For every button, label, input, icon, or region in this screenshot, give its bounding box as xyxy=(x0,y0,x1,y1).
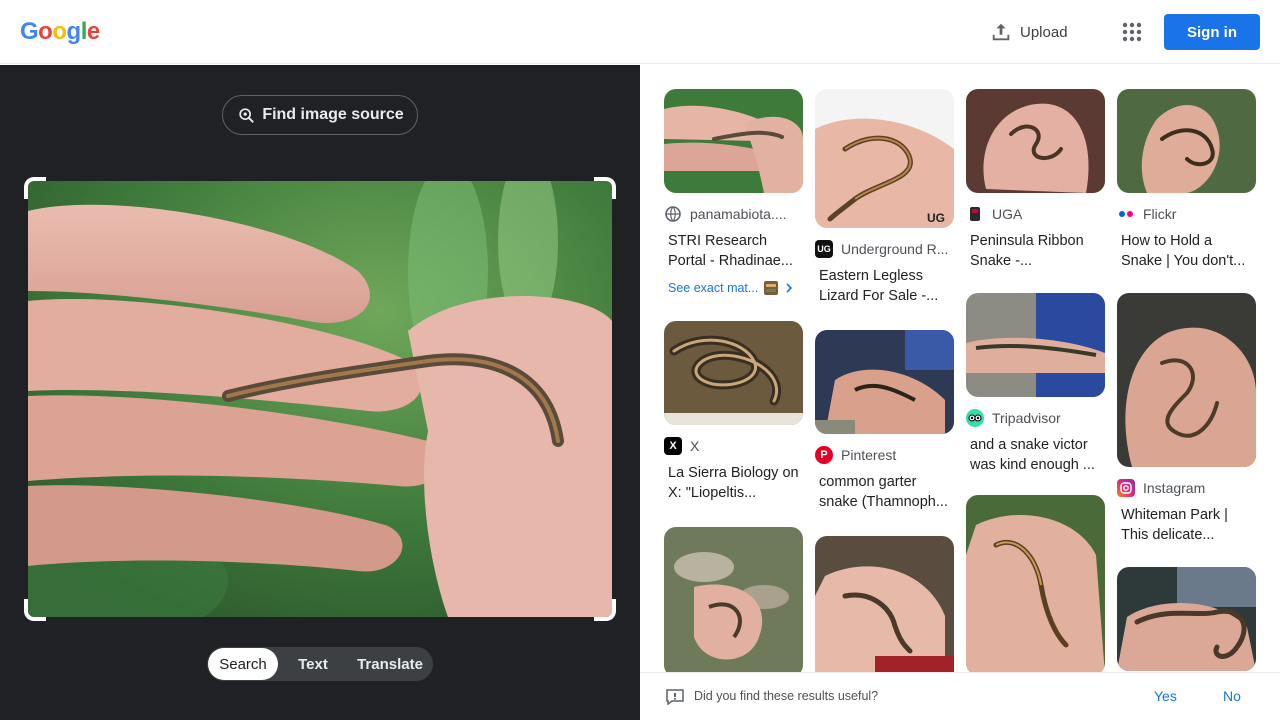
result-source: Flickr xyxy=(1117,205,1256,223)
result-source: P Pinterest xyxy=(815,446,954,464)
result-thumbnail xyxy=(966,495,1105,672)
uga-icon xyxy=(966,205,984,223)
result-card[interactable] xyxy=(815,536,954,672)
logo-letter: o xyxy=(38,18,53,45)
result-title[interactable]: La Sierra Biology on X: "Liopeltis... xyxy=(664,463,803,503)
result-card[interactable]: UGA Peninsula Ribbon Snake -... xyxy=(966,89,1105,271)
chevron-right-icon xyxy=(786,283,793,293)
result-thumbnail xyxy=(815,330,954,434)
lens-image-panel: Find image source Search Text Translate xyxy=(0,65,640,720)
result-card[interactable]: X X La Sierra Biology on X: "Liopeltis..… xyxy=(664,321,803,503)
instagram-icon xyxy=(1117,479,1135,497)
crop-handle-top-left[interactable] xyxy=(24,177,46,199)
result-title[interactable]: Eastern Legless Lizard For Sale -... xyxy=(815,266,954,306)
result-source-name: Tripadvisor xyxy=(992,410,1061,426)
find-image-source-button[interactable]: Find image source xyxy=(222,95,418,135)
mode-tab-text[interactable]: Text xyxy=(278,648,348,680)
crop-handle-bottom-left[interactable] xyxy=(24,599,46,621)
result-card[interactable]: Instagram Whiteman Park | This delicate.… xyxy=(1117,293,1256,545)
result-source: panamabiota.... xyxy=(664,205,803,223)
exact-match-thumb-icon xyxy=(764,281,779,295)
see-exact-matches-link[interactable]: See exact mat... xyxy=(664,279,803,297)
result-thumbnail xyxy=(664,321,803,425)
result-source-name: Underground R... xyxy=(841,241,949,257)
result-thumbnail xyxy=(664,89,803,193)
results-column: UGA Peninsula Ribbon Snake -... Tripadvi… xyxy=(966,89,1105,672)
result-thumbnail xyxy=(966,89,1105,193)
result-source: Tripadvisor xyxy=(966,409,1105,427)
result-source-name: panamabiota.... xyxy=(690,206,787,222)
result-source-name: Instagram xyxy=(1143,480,1206,496)
result-thumbnail xyxy=(664,527,803,672)
sign-in-button[interactable]: Sign in xyxy=(1164,14,1260,50)
top-bar: Google Upload Sign in xyxy=(0,0,1280,64)
x-logo-icon: X xyxy=(664,437,682,455)
logo-letter: g xyxy=(66,18,82,45)
results-column: Flickr How to Hold a Snake | You don't..… xyxy=(1117,89,1256,671)
result-thumbnail xyxy=(966,293,1105,397)
crop-area[interactable] xyxy=(24,177,616,621)
crop-handle-bottom-right[interactable] xyxy=(594,599,616,621)
result-title[interactable]: Whiteman Park | This delicate... xyxy=(1117,505,1256,545)
visual-matches-panel: panamabiota.... STRI Research Portal - R… xyxy=(640,65,1280,672)
query-image xyxy=(28,181,612,617)
ug-logo-icon: UG xyxy=(815,240,833,258)
logo-letter: o xyxy=(52,18,67,45)
mode-tab-search[interactable]: Search xyxy=(208,648,278,680)
result-title[interactable]: STRI Research Portal - Rhadinae... xyxy=(664,231,803,271)
result-source-name: Flickr xyxy=(1143,206,1177,222)
result-thumbnail: UG xyxy=(815,89,954,228)
result-title[interactable]: Peninsula Ribbon Snake -... xyxy=(966,231,1105,271)
logo-letter: e xyxy=(86,18,100,45)
mode-switcher: Search Text Translate xyxy=(207,647,433,681)
flickr-icon xyxy=(1117,205,1135,223)
result-source: Instagram xyxy=(1117,479,1256,497)
result-card[interactable]: Flickr How to Hold a Snake | You don't..… xyxy=(1117,89,1256,271)
google-apps-icon[interactable] xyxy=(1120,20,1144,44)
result-thumbnail xyxy=(1117,567,1256,671)
results-column: panamabiota.... STRI Research Portal - R… xyxy=(664,89,803,672)
feedback-question: Did you find these results useful? xyxy=(694,689,879,703)
result-source-name: Pinterest xyxy=(841,447,897,463)
crop-handle-top-right[interactable] xyxy=(594,177,616,199)
result-card[interactable] xyxy=(966,495,1105,672)
svg-text:UG: UG xyxy=(927,211,945,225)
result-card[interactable] xyxy=(1117,567,1256,671)
result-thumbnail xyxy=(1117,89,1256,193)
feedback-icon xyxy=(666,689,684,705)
globe-icon xyxy=(664,205,682,223)
result-card[interactable]: panamabiota.... STRI Research Portal - R… xyxy=(664,89,803,297)
result-card[interactable]: Tripadvisor and a snake victor was kind … xyxy=(966,293,1105,475)
result-thumbnail xyxy=(815,536,954,672)
upload-icon xyxy=(992,23,1010,41)
result-title[interactable]: and a snake victor was kind enough ... xyxy=(966,435,1105,475)
result-source: UG Underground R... xyxy=(815,240,954,258)
lens-search-icon xyxy=(239,108,254,123)
mode-tab-translate[interactable]: Translate xyxy=(348,648,432,680)
result-source-name: X xyxy=(690,438,700,454)
tripadvisor-icon xyxy=(966,409,984,427)
feedback-no-button[interactable]: No xyxy=(1223,688,1241,704)
logo-letter: G xyxy=(20,18,39,45)
see-exact-matches-label: See exact mat... xyxy=(668,281,759,295)
result-source: X X xyxy=(664,437,803,455)
find-image-source-label: Find image source xyxy=(262,106,404,123)
pinterest-icon: P xyxy=(815,446,833,464)
result-card[interactable] xyxy=(664,527,803,672)
feedback-bar: Did you find these results useful? Yes N… xyxy=(640,672,1280,720)
result-title[interactable]: How to Hold a Snake | You don't... xyxy=(1117,231,1256,271)
upload-button[interactable]: Upload xyxy=(990,20,1068,44)
feedback-yes-button[interactable]: Yes xyxy=(1154,688,1177,704)
result-card[interactable]: UG UG Underground R... Eastern Legless L… xyxy=(815,89,954,306)
result-card[interactable]: P Pinterest common garter snake (Thamnop… xyxy=(815,330,954,512)
google-logo[interactable]: Google xyxy=(20,18,100,46)
result-title[interactable]: common garter snake (Thamnoph... xyxy=(815,472,954,512)
result-source: UGA xyxy=(966,205,1105,223)
result-thumbnail xyxy=(1117,293,1256,467)
result-source-name: UGA xyxy=(992,206,1023,222)
results-column: UG UG Underground R... Eastern Legless L… xyxy=(815,89,954,672)
upload-label: Upload xyxy=(1020,23,1068,41)
